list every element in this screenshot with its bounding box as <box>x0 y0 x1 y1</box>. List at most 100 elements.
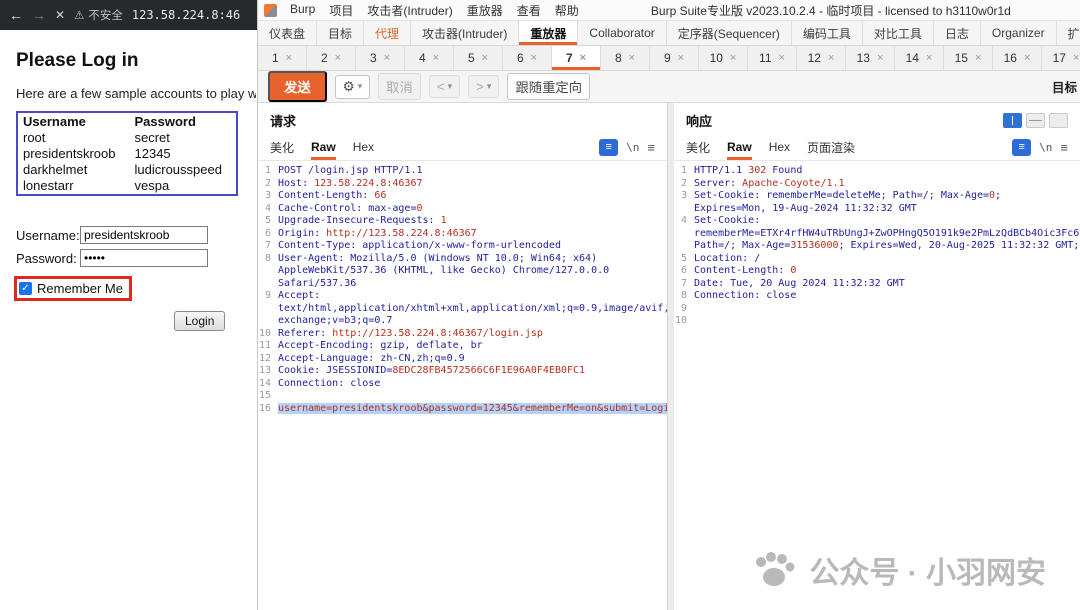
repeater-tab[interactable]: 8 × <box>601 46 650 70</box>
repeater-tab[interactable]: 6 × <box>503 46 552 70</box>
code-line[interactable]: 3 Set-Cookie: rememberMe=deleteMe; Path=/… <box>674 190 1080 215</box>
repeater-tab[interactable]: 14 × <box>895 46 944 70</box>
menu-item[interactable]: 项目 <box>322 2 360 19</box>
close-tab-icon[interactable]: × <box>580 52 586 64</box>
close-tab-icon[interactable]: × <box>629 52 635 64</box>
repeater-tab[interactable]: 7 × <box>552 46 601 70</box>
layout-single-icon[interactable] <box>1049 113 1068 128</box>
close-tab-icon[interactable]: × <box>730 52 736 64</box>
editor-options-icon[interactable]: ≡ <box>599 138 619 156</box>
code-line[interactable]: 9 <box>674 303 1080 316</box>
main-tab[interactable]: 重放器 <box>519 21 579 45</box>
editor-tab[interactable]: 美化 <box>686 134 710 160</box>
repeater-tab[interactable]: 17 × <box>1042 46 1080 70</box>
editor-tab[interactable]: Raw <box>727 134 752 160</box>
editor-tab[interactable]: Raw <box>311 134 336 160</box>
code-line[interactable]: 15 <box>258 390 667 403</box>
repeater-tab[interactable]: 10 × <box>699 46 748 70</box>
code-line[interactable]: 5 Upgrade-Insecure-Requests: 1 <box>258 215 667 228</box>
code-line[interactable]: 5 Location: / <box>674 253 1080 266</box>
editor-tab[interactable]: Hex <box>353 134 374 160</box>
code-line[interactable]: 2 Server: Apache-Coyote/1.1 <box>674 178 1080 191</box>
history-back-button[interactable]: < ▾ <box>428 75 461 98</box>
back-icon[interactable]: ← <box>9 7 23 23</box>
menu-item[interactable]: Burp <box>283 2 322 19</box>
settings-button[interactable]: ⚙ ▾ <box>334 74 371 99</box>
close-tab-icon[interactable]: × <box>482 52 488 64</box>
code-line[interactable]: 12 Accept-Language: zh-CN,zh;q=0.9 <box>258 353 667 366</box>
close-tab-icon[interactable]: × <box>1073 52 1079 64</box>
code-line[interactable]: 10 <box>674 315 1080 328</box>
forward-icon[interactable]: → <box>32 7 46 23</box>
close-tab-icon[interactable]: × <box>828 52 834 64</box>
username-field[interactable] <box>80 226 208 244</box>
login-button[interactable]: Login <box>174 311 226 331</box>
code-line[interactable]: 16 username=presidentskroob&password=1234… <box>258 402 667 416</box>
send-button[interactable]: 发送 <box>268 71 327 102</box>
main-tab[interactable]: Organizer <box>981 21 1057 45</box>
response-editor[interactable]: 1 HTTP/1.1 302 Found 2 Server: Apache-Coyot… <box>674 161 1080 610</box>
main-tab[interactable]: 目标 <box>317 21 365 45</box>
menu-item[interactable]: 重放器 <box>460 2 510 19</box>
close-tab-icon[interactable]: × <box>433 52 439 64</box>
close-tab-icon[interactable]: × <box>926 52 932 64</box>
main-tab[interactable]: 仪表盘 <box>258 21 318 45</box>
follow-redirect-button[interactable]: 跟随重定向 <box>507 73 591 100</box>
close-tab-icon[interactable]: × <box>877 52 883 64</box>
editor-menu-icon[interactable]: ≡ <box>1060 140 1068 155</box>
close-tab-icon[interactable]: × <box>531 52 537 64</box>
editor-menu-icon[interactable]: ≡ <box>647 140 655 155</box>
code-line[interactable]: 4 Set-Cookie: rememberMe=ETXr4rfHW4uTRbUn… <box>674 215 1080 253</box>
code-line[interactable]: 14 Connection: close <box>258 378 667 391</box>
menu-item[interactable]: 攻击者(Intruder) <box>360 2 459 19</box>
main-tab[interactable]: 对比工具 <box>863 21 934 45</box>
repeater-tab[interactable]: 9 × <box>650 46 699 70</box>
layout-rows-icon[interactable] <box>1026 113 1045 128</box>
code-line[interactable]: 8 Connection: close <box>674 290 1080 303</box>
editor-tab[interactable]: 页面渲染 <box>807 134 855 160</box>
cancel-button[interactable]: 取消 <box>378 73 421 100</box>
layout-columns-icon[interactable] <box>1003 113 1022 128</box>
code-line[interactable]: 1 POST /login.jsp HTTP/1.1 <box>258 165 667 178</box>
repeater-tab[interactable]: 2 × <box>307 46 356 70</box>
main-tab[interactable]: 代理 <box>364 21 412 45</box>
repeater-tab[interactable]: 11 × <box>748 46 797 70</box>
repeater-tab[interactable]: 5 × <box>454 46 503 70</box>
code-line[interactable]: 13 Cookie: JSESSIONID=8EDC28FB4572566C6F1… <box>258 365 667 378</box>
close-tab-icon[interactable]: × <box>1024 52 1030 64</box>
code-line[interactable]: 7 Date: Tue, 20 Aug 2024 11:32:32 GMT <box>674 278 1080 291</box>
repeater-tab[interactable]: 16 × <box>993 46 1042 70</box>
close-tab-icon[interactable]: × <box>335 52 341 64</box>
code-line[interactable]: 4 Cache-Control: max-age=0 <box>258 203 667 216</box>
close-tab-icon[interactable]: × <box>384 52 390 64</box>
request-editor[interactable]: 1 POST /login.jsp HTTP/1.1 2 Host: 123.58.2… <box>258 161 667 610</box>
main-tab[interactable]: 日志 <box>934 21 981 45</box>
code-line[interactable]: 9 Accept: text/html,application/xhtml+xml… <box>258 290 667 328</box>
code-line[interactable]: 11 Accept-Encoding: gzip, deflate, br <box>258 340 667 353</box>
repeater-tab[interactable]: 3 × <box>356 46 405 70</box>
repeater-tab[interactable]: 12 × <box>797 46 846 70</box>
repeater-tab[interactable]: 15 × <box>944 46 993 70</box>
main-tab[interactable]: Collaborator <box>578 21 667 45</box>
main-tab[interactable]: 定序器(Sequencer) <box>667 21 792 45</box>
password-field[interactable] <box>80 249 208 267</box>
code-line[interactable]: 10 Referer: http://123.58.224.8:46367/log… <box>258 328 667 341</box>
history-forward-button[interactable]: > ▾ <box>468 75 500 98</box>
menu-item[interactable]: 帮助 <box>548 2 586 19</box>
close-tab-icon[interactable]: × <box>779 52 785 64</box>
main-tab[interactable]: 编码工具 <box>792 21 863 45</box>
code-line[interactable]: 3 Content-Length: 66 <box>258 190 667 203</box>
close-tab-icon[interactable]: × <box>286 52 292 64</box>
newline-toggle-icon[interactable]: \n <box>626 141 639 154</box>
repeater-tab[interactable]: 1 × <box>258 46 307 70</box>
code-line[interactable]: 6 Origin: http://123.58.224.8:46367 <box>258 228 667 241</box>
menu-item[interactable]: 查看 <box>510 2 548 19</box>
repeater-tab[interactable]: 13 × <box>846 46 895 70</box>
code-line[interactable]: 1 HTTP/1.1 302 Found <box>674 165 1080 178</box>
security-warning[interactable]: ⚠ 不安全 <box>74 7 123 23</box>
code-line[interactable]: 6 Content-Length: 0 <box>674 265 1080 278</box>
repeater-tab[interactable]: 4 × <box>405 46 454 70</box>
editor-tab[interactable]: 美化 <box>270 134 294 160</box>
address-bar[interactable]: 123.58.224.8:46 <box>132 8 248 22</box>
editor-tab[interactable]: Hex <box>769 134 790 160</box>
